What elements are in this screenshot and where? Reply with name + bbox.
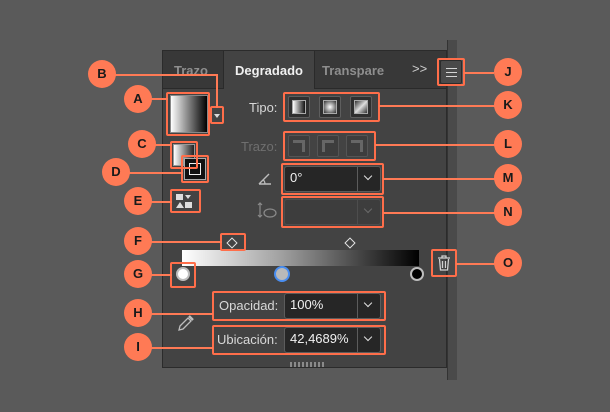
- callout-connector: [150, 313, 213, 315]
- callout-connector: [150, 241, 222, 243]
- callout-connector: [150, 347, 213, 349]
- callout-f: F: [124, 227, 152, 255]
- tab-overflow-chevron[interactable]: >>: [412, 61, 428, 77]
- freeform-gradient-icon: [354, 100, 368, 114]
- stroke-along-icon: [322, 140, 334, 152]
- tab-degradado[interactable]: Degradado: [224, 51, 314, 89]
- gradient-swatch-dropdown[interactable]: [211, 110, 223, 122]
- callout-connector: [375, 144, 495, 146]
- angle-icon: [258, 173, 271, 185]
- callout-h: H: [124, 299, 152, 327]
- callout-connector: [464, 72, 494, 74]
- ubicacion-label: Ubicación:: [217, 332, 278, 347]
- tipo-label: Tipo:: [249, 100, 278, 115]
- panel-menu-button[interactable]: [440, 60, 462, 84]
- stroke-across-button[interactable]: [346, 135, 368, 157]
- reverse-gradient-button[interactable]: [174, 192, 198, 210]
- trazo-label: Trazo:: [241, 139, 278, 154]
- callout-c: C: [128, 130, 156, 158]
- callout-a: A: [124, 85, 152, 113]
- stroke-along-button[interactable]: [317, 135, 339, 157]
- location-field[interactable]: 42,4689%: [284, 327, 381, 353]
- callout-i: I: [124, 333, 152, 361]
- callout-connector: [129, 172, 183, 174]
- reverse-gradient-icon: [176, 194, 183, 200]
- opacity-field[interactable]: 100%: [284, 293, 381, 319]
- tab-trazo[interactable]: Trazo: [170, 51, 222, 89]
- eyedropper-icon[interactable]: [176, 313, 196, 333]
- chevron-down-icon: [214, 114, 220, 118]
- callout-k: K: [494, 91, 522, 119]
- freeform-gradient-button[interactable]: [350, 96, 372, 118]
- callout-connector: [216, 74, 218, 108]
- radial-gradient-icon: [323, 100, 337, 114]
- callout-connector: [150, 274, 172, 276]
- callout-m: M: [494, 164, 522, 192]
- callout-g: G: [124, 260, 152, 288]
- stroke-within-icon: [293, 140, 305, 152]
- aspect-ratio-field[interactable]: [284, 199, 381, 225]
- panel-dock-edge: [447, 40, 457, 380]
- callout-l: L: [494, 130, 522, 158]
- trash-icon[interactable]: [436, 254, 452, 272]
- gradient-swatch[interactable]: [170, 95, 208, 133]
- chevron-down-icon[interactable]: [357, 328, 380, 352]
- color-stop-selected[interactable]: [274, 266, 290, 282]
- callout-connector: [115, 74, 218, 76]
- callout-connector: [150, 201, 172, 203]
- callout-j: J: [494, 58, 522, 86]
- stroke-within-button[interactable]: [288, 135, 310, 157]
- stroke-swatch[interactable]: [184, 158, 206, 180]
- gradient-slider[interactable]: [182, 250, 419, 266]
- callout-e: E: [124, 187, 152, 215]
- radial-gradient-button[interactable]: [319, 96, 341, 118]
- tab-transparencia[interactable]: Transpare: [318, 51, 388, 89]
- callout-connector: [155, 144, 172, 146]
- tab-divider: [314, 51, 315, 89]
- opacidad-label: Opacidad:: [219, 298, 279, 313]
- callout-connector: [383, 178, 495, 180]
- angle-field[interactable]: 0°: [284, 166, 381, 192]
- callout-connector: [150, 98, 168, 100]
- location-value: 42,4689%: [290, 331, 349, 346]
- aspect-ratio-icon: [257, 202, 277, 218]
- panel-resize-grip[interactable]: [290, 362, 324, 367]
- stroke-across-icon: [351, 140, 363, 152]
- callout-o: O: [494, 249, 522, 277]
- callout-connector: [383, 212, 495, 214]
- color-stop-white[interactable]: [176, 267, 190, 281]
- angle-value: 0°: [290, 170, 303, 185]
- linear-gradient-icon: [292, 100, 306, 114]
- callout-n: N: [494, 198, 522, 226]
- callout-connector: [456, 263, 495, 265]
- color-stop-black[interactable]: [410, 267, 424, 281]
- hamburger-menu-icon: [446, 68, 457, 69]
- chevron-down-icon[interactable]: [357, 167, 380, 191]
- linear-gradient-button[interactable]: [288, 96, 310, 118]
- chevron-down-icon[interactable]: [357, 294, 380, 318]
- callout-d: D: [102, 158, 130, 186]
- opacity-value: 100%: [290, 297, 324, 312]
- chevron-down-icon[interactable]: [357, 200, 380, 224]
- callout-b: B: [88, 60, 116, 88]
- callout-connector: [379, 105, 495, 107]
